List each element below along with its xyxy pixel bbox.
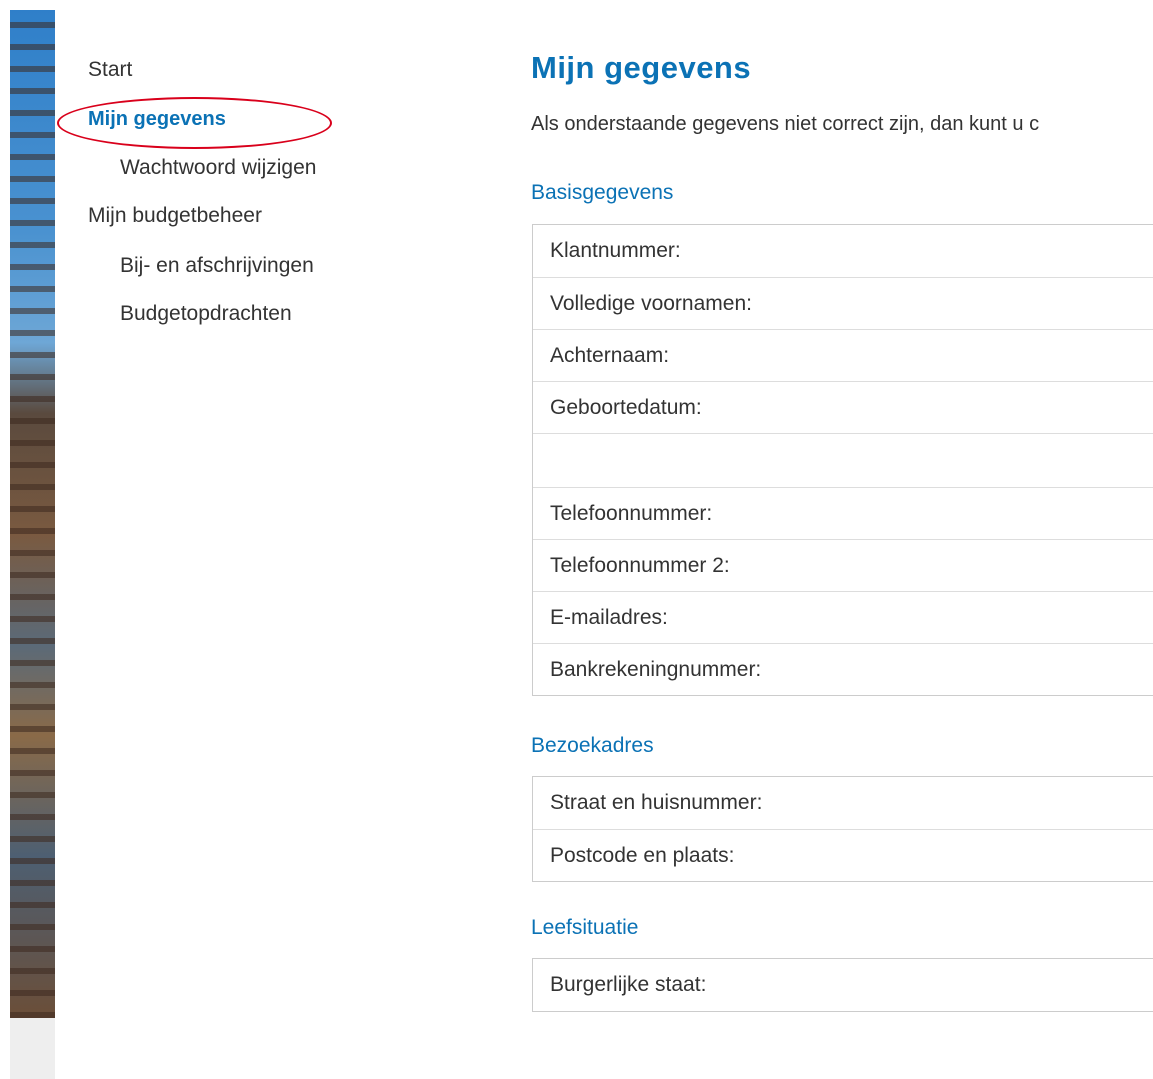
bezoekadres-panel: Straat en huisnummer: Postcode en plaats… [532,776,1153,882]
field-row-telefoonnummer: Telefoonnummer: [533,487,1153,539]
field-row-voornamen: Volledige voornamen: [533,277,1153,329]
sidebar-item-bij-en-afschrijvingen[interactable]: Bij- en afschrijvingen [120,254,314,278]
field-row-achternaam: Achternaam: [533,329,1153,381]
field-row-telefoonnummer-2: Telefoonnummer 2: [533,539,1153,591]
field-row-burgerlijke-staat: Burgerlijke staat: [550,973,707,996]
field-row-postcode-plaats: Postcode en plaats: [533,829,1153,881]
section-heading-basisgegevens: Basisgegevens [531,181,674,204]
field-row-geboortedatum: Geboortedatum: [533,381,1153,433]
sidebar-item-wachtwoord-wijzigen[interactable]: Wachtwoord wijzigen [120,156,316,180]
sidebar-item-budgetopdrachten[interactable]: Budgetopdrachten [120,302,292,326]
field-row-emailadres: E-mailadres: [533,591,1153,643]
page-title: Mijn gegevens [531,50,752,85]
field-row-bankrekeningnummer: Bankrekeningnummer: [533,643,1153,695]
intro-text: Als onderstaande gegevens niet correct z… [531,113,1040,135]
side-photo-footer [10,1018,55,1079]
field-row-straat-huisnummer: Straat en huisnummer: [550,791,763,814]
leefsituatie-panel: Burgerlijke staat: [532,958,1153,1012]
section-heading-bezoekadres: Bezoekadres [531,734,654,757]
field-row-empty [533,433,1153,487]
side-photo [10,10,55,1018]
sidebar-item-mijn-gegevens[interactable]: Mijn gegevens [88,108,226,131]
basisgegevens-panel: Klantnummer: Volledige voornamen: Achter… [532,224,1153,696]
sidebar-item-start[interactable]: Start [88,58,132,82]
sidebar-item-mijn-budgetbeheer[interactable]: Mijn budgetbeheer [88,204,262,228]
field-row-klantnummer: Klantnummer: [550,239,681,262]
section-heading-leefsituatie: Leefsituatie [531,916,639,939]
